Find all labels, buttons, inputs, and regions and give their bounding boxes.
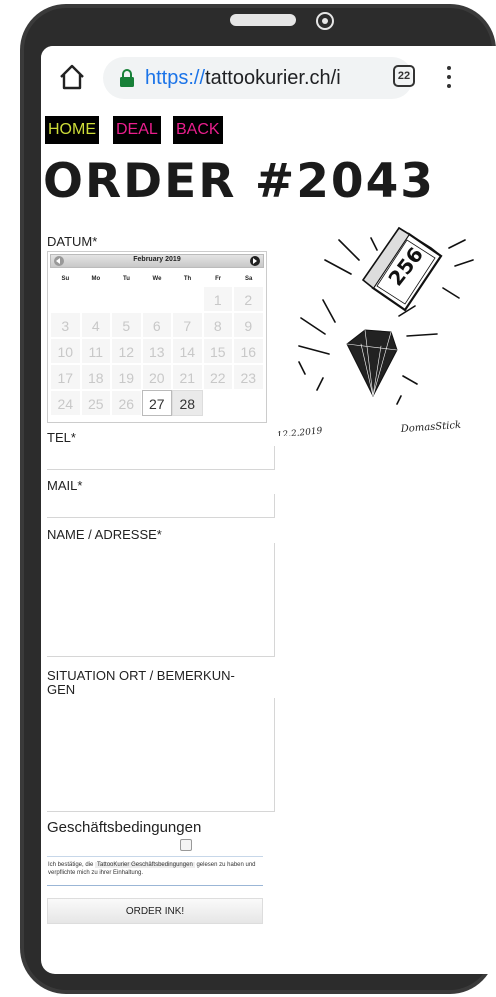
home-icon[interactable]: [57, 62, 87, 92]
calendar-day: 16: [233, 338, 264, 364]
weekday-label: We: [152, 276, 162, 282]
weekday-label: Th: [183, 276, 192, 282]
lock-icon: [120, 69, 134, 87]
calendar-blank-cell: [50, 286, 81, 312]
calendar-blank-cell: [141, 286, 172, 312]
situation-field[interactable]: [47, 698, 275, 812]
weekday-header: Su Mo Tu We Th Fr Sa: [50, 272, 264, 286]
phone-speaker: [230, 14, 296, 26]
situation-label: SITUATION ORT / BEMERKUN- GEN: [47, 669, 235, 697]
calendar-day: 13: [141, 338, 172, 364]
weekday-label: Mo: [91, 276, 101, 282]
situation-label-line1: SITUATION ORT / BEMERKUN-: [47, 668, 235, 683]
mail-field[interactable]: [47, 494, 275, 518]
tel-field[interactable]: [47, 446, 275, 470]
weekday-label: Su: [61, 276, 70, 282]
calendar-day: 15: [202, 338, 233, 364]
order-button[interactable]: ORDER INK!: [47, 898, 263, 924]
name-address-label: NAME / ADRESSE*: [47, 527, 162, 542]
browser-toolbar: https://tattookurier.ch/i 22: [41, 46, 496, 110]
nav-back-link[interactable]: BACK: [173, 116, 223, 144]
calendar-day: 25: [80, 390, 111, 416]
weekday-label: Sa: [245, 276, 253, 282]
datum-label: DATUM*: [47, 234, 98, 249]
terms-text: Ich bestätige, die TattooKurier Geschäft…: [47, 856, 263, 886]
calendar-blank-cell: [80, 286, 111, 312]
nav-home-link[interactable]: HOME: [45, 116, 99, 144]
calendar-day: 17: [50, 364, 81, 390]
calendar-blank-cell: [233, 390, 264, 416]
calendar-blank-cell: [172, 286, 203, 312]
tattoo-illustration: 256 12.2.2019 DomasStick: [277, 226, 474, 436]
situation-label-line2: GEN: [47, 682, 76, 697]
calendar-day: 4: [80, 312, 111, 338]
calendar-blank-cell: [202, 390, 233, 416]
tel-label: TEL*: [47, 430, 76, 445]
calendar-day: 7: [172, 312, 203, 338]
calendar-day: 24: [50, 390, 81, 416]
calendar-day[interactable]: 27: [141, 390, 172, 416]
datepicker-grid: Su Mo Tu We Th Fr Sa 1 2 3 4 5 6 7 8 9 10 11 12 13 14 15 16 17…: [50, 272, 264, 416]
nav-deal-link[interactable]: DEAL: [113, 116, 161, 144]
datepicker-month: February 2019: [133, 256, 181, 263]
calendar-day: 22: [202, 364, 233, 390]
calendar-day: 11: [80, 338, 111, 364]
page-title: ORDER #2043: [43, 154, 436, 209]
calendar-day: 2: [233, 286, 264, 312]
calendar-day: 19: [111, 364, 142, 390]
calendar-day: 18: [80, 364, 111, 390]
calendar-day: 8: [202, 312, 233, 338]
calendar-day: 6: [141, 312, 172, 338]
calendar-day: 21: [172, 364, 203, 390]
calendar-day: 9: [233, 312, 264, 338]
calendar-day: 14: [172, 338, 203, 364]
url-scheme: https://: [145, 67, 206, 89]
datepicker-header: February 2019: [50, 254, 264, 268]
weekday-label: Fr: [215, 276, 222, 282]
calendar-day: 12: [111, 338, 142, 364]
calendar-day: 10: [50, 338, 81, 364]
phone-camera: [316, 12, 334, 30]
phone-screen: https://tattookurier.ch/i 22 HOME DEAL B…: [41, 46, 496, 974]
terms-label: Geschäftsbedingungen: [47, 819, 202, 836]
artist-signature: DomasStick: [399, 420, 461, 435]
mail-label: MAIL*: [47, 478, 83, 493]
datepicker: February 2019 Su Mo Tu We Th Fr Sa 1 2 3 4 5 6 7 8 9 10…: [47, 251, 267, 423]
name-address-field[interactable]: [47, 543, 275, 657]
overflow-menu-icon[interactable]: [446, 66, 452, 90]
date-signature: 12.2.2019: [277, 426, 323, 436]
terms-text-before: Ich bestätige, die: [48, 862, 94, 868]
address-bar[interactable]: https://tattookurier.ch/i: [103, 57, 413, 99]
calendar-day: 20: [141, 364, 172, 390]
calendar-blank-cell: [111, 286, 142, 312]
calendar-day[interactable]: 28: [172, 390, 203, 416]
terms-checkbox[interactable]: [180, 839, 192, 851]
next-month-icon[interactable]: [250, 256, 260, 266]
weekday-label: Tu: [122, 276, 130, 282]
url-host: tattookurier.ch/i: [205, 67, 341, 89]
calendar-day: 1: [202, 286, 233, 312]
calendar-day: 26: [111, 390, 142, 416]
calendar-day: 5: [111, 312, 142, 338]
terms-link[interactable]: TattooKurier Geschäftsbedingungen: [95, 862, 195, 868]
datepicker-days: 1 2 3 4 5 6 7 8 9 10 11 12 13 14 15 16 17 18 19 20 21 22 23 24 2…: [50, 286, 264, 416]
calendar-day: 23: [233, 364, 264, 390]
url-text[interactable]: https://tattookurier.ch/i: [145, 67, 403, 90]
calendar-day: 3: [50, 312, 81, 338]
tabs-count-icon[interactable]: 22: [393, 65, 415, 87]
